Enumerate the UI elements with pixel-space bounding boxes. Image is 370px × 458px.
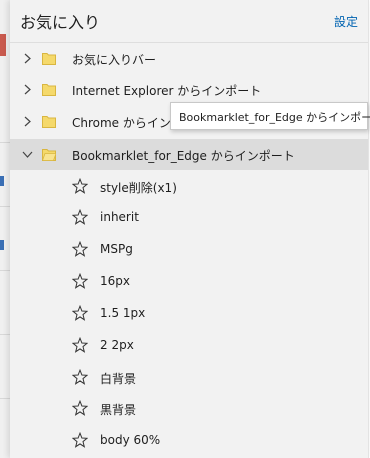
- folder-row-favorites-bar[interactable]: お気に入りバー: [10, 43, 368, 74]
- background-link-fragment: [0, 240, 4, 250]
- bookmark-label: body 60%: [100, 433, 161, 447]
- bookmark-label: style削除(x1): [100, 181, 177, 195]
- bookmark-label: 2 2px: [100, 338, 134, 352]
- folder-row-ie-import[interactable]: Internet Explorer からインポート: [10, 74, 368, 105]
- star-icon: [72, 209, 88, 225]
- star-icon: [72, 241, 88, 257]
- folder-icon: [42, 84, 56, 96]
- background-divider: [0, 398, 10, 399]
- bookmark-label: 黒背景: [100, 403, 137, 417]
- bookmark-label: 16px: [100, 274, 130, 288]
- bookmark-label: MSPg: [100, 242, 133, 256]
- folder-icon: [42, 116, 56, 128]
- background-image-fragment: [0, 34, 6, 56]
- favorites-header: お気に入り 設定: [10, 0, 368, 43]
- star-icon: [72, 400, 88, 416]
- bookmark-row[interactable]: 黒背景: [10, 393, 368, 424]
- star-icon: [72, 369, 88, 385]
- bookmark-row[interactable]: MSPg: [10, 234, 368, 265]
- bookmark-row[interactable]: inherit: [10, 202, 368, 233]
- background-divider: [0, 142, 10, 143]
- chevron-down-icon[interactable]: [22, 149, 33, 160]
- bookmark-row[interactable]: 16px: [10, 266, 368, 297]
- chevron-right-icon[interactable]: [22, 84, 33, 95]
- star-icon: [72, 305, 88, 321]
- background-link-fragment: [0, 176, 4, 186]
- tooltip-text: Bookmarklet_for_Edge からインポート: [179, 111, 370, 124]
- tooltip: Bookmarklet_for_Edge からインポート: [170, 102, 370, 130]
- bookmark-label: inherit: [100, 210, 139, 224]
- folder-open-icon: [42, 149, 56, 161]
- star-icon: [72, 273, 88, 289]
- bookmark-row[interactable]: body 60%: [10, 425, 368, 456]
- folder-label: お気に入りバー: [72, 53, 157, 67]
- bookmark-row[interactable]: 2 2px: [10, 330, 368, 361]
- star-icon: [72, 432, 88, 448]
- bookmark-row[interactable]: 1.5 1px: [10, 298, 368, 329]
- chevron-right-icon[interactable]: [22, 53, 33, 64]
- bookmark-label: 白背景: [100, 372, 137, 386]
- background-divider: [0, 206, 10, 207]
- bookmark-row[interactable]: 白背景: [10, 362, 368, 393]
- favorites-panel: お気に入り 設定 お気に入りバー Internet Explorer からインポ…: [10, 0, 370, 458]
- folder-label: Internet Explorer からインポート: [72, 84, 262, 98]
- bookmark-label: 1.5 1px: [100, 306, 146, 320]
- star-icon: [72, 178, 88, 194]
- bookmark-row[interactable]: style削除(x1): [10, 171, 368, 202]
- folder-icon: [42, 53, 56, 65]
- folder-label: Bookmarklet_for_Edge からインポート: [72, 149, 295, 163]
- star-icon: [72, 337, 88, 353]
- folder-row-bookmarklet-import[interactable]: Bookmarklet_for_Edge からインポート: [10, 139, 368, 170]
- background-page-edge: [0, 0, 10, 458]
- background-divider: [0, 334, 10, 335]
- background-divider: [0, 270, 10, 271]
- settings-link[interactable]: 設定: [334, 13, 358, 30]
- panel-title: お気に入り: [20, 13, 101, 32]
- chevron-right-icon[interactable]: [22, 116, 33, 127]
